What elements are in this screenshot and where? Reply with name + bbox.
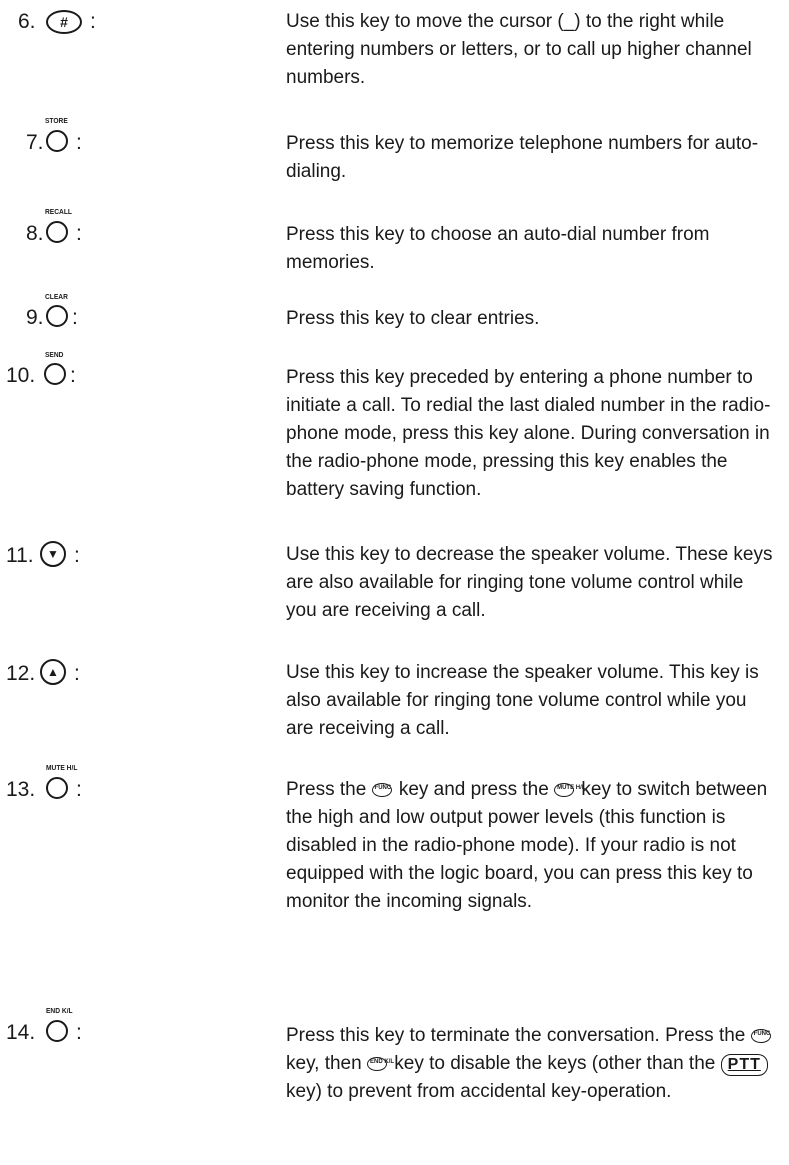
func-key-icon: FUNC — [371, 779, 394, 797]
entry-number: 13. — [6, 778, 36, 801]
entry-description: Press the FUNC key and press the MUTE H/… — [286, 779, 768, 912]
key-label: SEND — [45, 352, 64, 359]
entry-number: 12. — [6, 662, 36, 685]
entry-description: Press this key to memorize telephone num… — [286, 133, 759, 182]
entry-colon: : — [76, 1021, 82, 1044]
entry-description: Press this key preceded by entering a ph… — [286, 367, 771, 500]
entry-description: Use this key to move the cursor (_) to t… — [286, 11, 752, 88]
entry-colon: : — [72, 306, 78, 329]
entry-number: 9. — [26, 306, 44, 329]
entry-number: 11. — [6, 544, 34, 567]
entry-colon: : — [74, 662, 80, 685]
end-kl-key-icon: END K/L — [366, 1053, 394, 1071]
entry-colon: : — [70, 364, 76, 387]
entry-number: 6. — [18, 10, 36, 33]
key-label: CLEAR — [45, 294, 68, 301]
volume-down-key-icon: ▼ — [40, 541, 66, 567]
key-label: STORE — [45, 118, 68, 125]
key-label: RECALL — [45, 209, 72, 216]
func-key-icon: FUNC — [750, 1025, 773, 1043]
mute-hl-key-icon: MUTE H/L — [554, 779, 585, 797]
entry-colon: : — [76, 778, 82, 801]
store-key-icon — [46, 130, 68, 152]
ptt-key-icon: PTT — [720, 1054, 768, 1076]
entry-colon: : — [76, 131, 82, 154]
entry-number: 14. — [6, 1021, 36, 1044]
entry-colon: : — [74, 544, 80, 567]
entry-description: Press this key to clear entries. — [286, 308, 540, 329]
entry-description: Press this key to terminate the conversa… — [286, 1022, 778, 1106]
key-label: MUTE H/L — [46, 765, 78, 772]
entry-description: Use this key to decrease the speaker vol… — [286, 544, 773, 621]
entry-description: Use this key to increase the speaker vol… — [286, 662, 759, 739]
key-label: END K/L — [46, 1008, 73, 1015]
entry-number: 8. — [26, 222, 44, 245]
entry-number: 7. — [26, 131, 44, 154]
entry-number: 10. — [6, 364, 36, 387]
send-key-icon — [44, 363, 66, 385]
mute-hl-key-icon — [46, 777, 68, 799]
entry-colon: : — [90, 10, 96, 33]
clear-key-icon — [46, 305, 68, 327]
recall-key-icon — [46, 221, 68, 243]
entry-colon: : — [76, 222, 82, 245]
entry-description: Press this key to choose an auto-dial nu… — [286, 224, 710, 273]
volume-up-key-icon: ▲ — [40, 659, 66, 685]
end-kl-key-icon — [46, 1020, 68, 1042]
hash-key-icon: # — [46, 10, 82, 34]
